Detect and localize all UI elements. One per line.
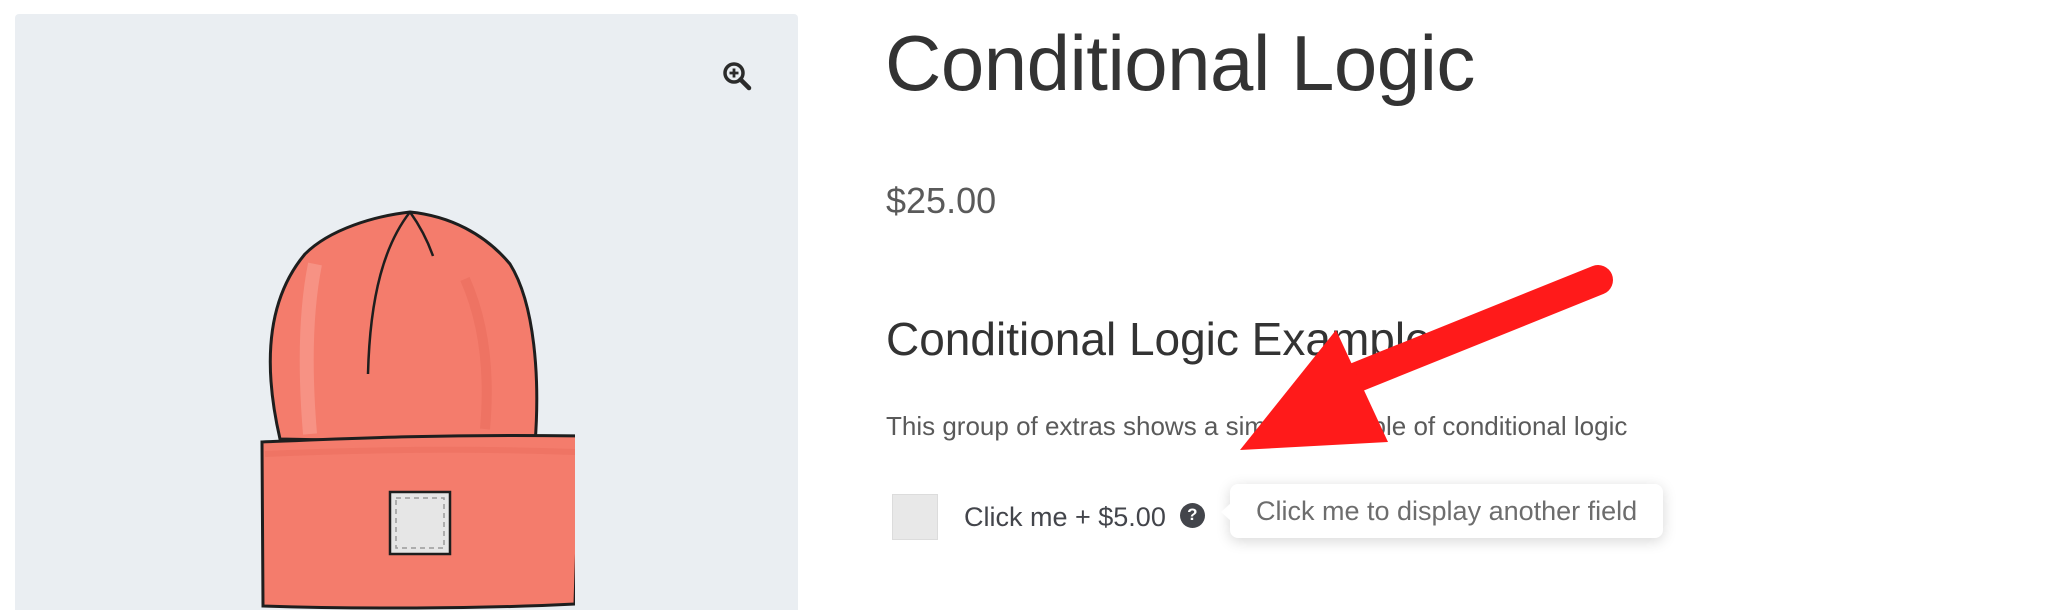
extras-group-title: Conditional Logic Example — [886, 313, 1431, 365]
extras-group-description: This group of extras shows a simple exam… — [886, 411, 1628, 441]
product-title: Conditional Logic — [885, 19, 1475, 107]
beanie-hat-image[interactable] — [235, 204, 575, 610]
question-circle-icon[interactable]: ? — [1179, 502, 1205, 528]
magnify-plus-icon — [723, 62, 752, 91]
product-price: $25.00 — [886, 180, 997, 221]
help-tooltip-text: Click me to display another field — [1256, 495, 1638, 526]
product-gallery — [15, 14, 798, 610]
help-tooltip: Click me to display another field — [1220, 484, 1664, 538]
extra-option-row: Click me + $5.00 ? — [892, 493, 1205, 541]
extra-option-label[interactable]: Click me + $5.00 — [964, 502, 1166, 533]
zoom-button[interactable] — [715, 54, 759, 98]
extra-option-checkbox[interactable] — [892, 494, 938, 540]
product-page: Conditional Logic $25.00 Conditional Log… — [0, 0, 2048, 610]
